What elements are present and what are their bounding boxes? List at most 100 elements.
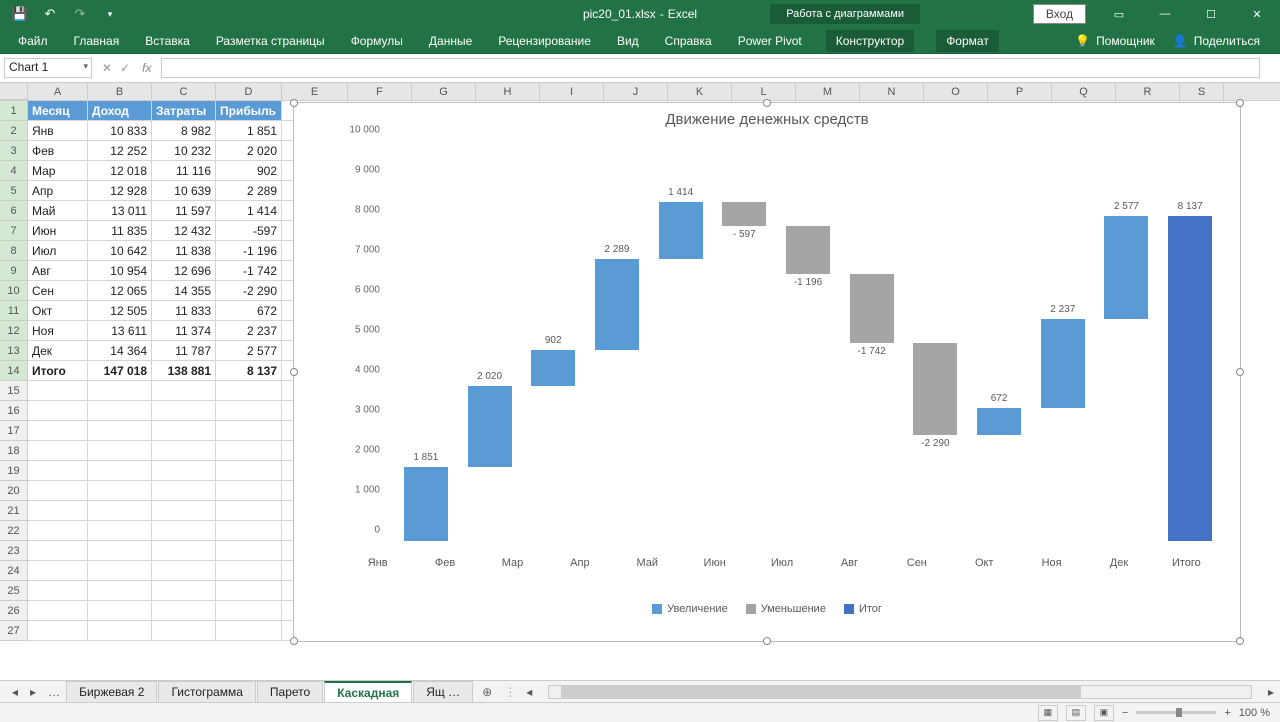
close-icon[interactable]: ✕ xyxy=(1234,0,1280,28)
cell-A21[interactable] xyxy=(28,501,88,521)
hscroll-left[interactable]: ◂ xyxy=(520,685,538,699)
cell-A19[interactable] xyxy=(28,461,88,481)
hscroll-right[interactable]: ▸ xyxy=(1262,685,1280,699)
cell-D17[interactable] xyxy=(216,421,282,441)
cell-B4[interactable]: 12 018 xyxy=(88,161,152,181)
cell-C19[interactable] xyxy=(152,461,216,481)
cell-A14[interactable]: Итого xyxy=(28,361,88,381)
row-header-19[interactable]: 19 xyxy=(0,461,28,481)
cell-A11[interactable]: Окт xyxy=(28,301,88,321)
cell-B6[interactable]: 13 011 xyxy=(88,201,152,221)
chart-bar-2[interactable] xyxy=(531,350,575,386)
col-header-G[interactable]: G xyxy=(412,83,476,100)
cell-C1[interactable]: Затраты xyxy=(152,101,216,121)
cell-A9[interactable]: Авг xyxy=(28,261,88,281)
cell-B8[interactable]: 10 642 xyxy=(88,241,152,261)
cell-B2[interactable]: 10 833 xyxy=(88,121,152,141)
cell-C7[interactable]: 12 432 xyxy=(152,221,216,241)
col-header-F[interactable]: F xyxy=(348,83,412,100)
ribbon-tab-3[interactable]: Разметка страницы xyxy=(214,30,327,52)
sheet-tab[interactable]: Парето xyxy=(257,681,323,703)
undo-icon[interactable]: ↶ xyxy=(38,2,62,26)
cell-A15[interactable] xyxy=(28,381,88,401)
col-header-C[interactable]: C xyxy=(152,83,216,100)
sheet-tab[interactable]: Каскадная xyxy=(324,681,412,703)
row-header-2[interactable]: 2 xyxy=(0,121,28,141)
cell-D14[interactable]: 8 137 xyxy=(216,361,282,381)
cell-B11[interactable]: 12 505 xyxy=(88,301,152,321)
cell-B25[interactable] xyxy=(88,581,152,601)
cell-C2[interactable]: 8 982 xyxy=(152,121,216,141)
cell-A5[interactable]: Апр xyxy=(28,181,88,201)
sheet-nav-ellipsis[interactable]: … xyxy=(42,685,66,699)
cell-D2[interactable]: 1 851 xyxy=(216,121,282,141)
sheet-tab[interactable]: Ящ … xyxy=(413,681,473,703)
cell-B13[interactable]: 14 364 xyxy=(88,341,152,361)
row-header-25[interactable]: 25 xyxy=(0,581,28,601)
col-header-L[interactable]: L xyxy=(732,83,796,100)
chart-plot-area[interactable]: 01 0002 0003 0004 0005 0006 0007 0008 00… xyxy=(344,143,1220,541)
cell-D12[interactable]: 2 237 xyxy=(216,321,282,341)
cell-B14[interactable]: 147 018 xyxy=(88,361,152,381)
cell-A22[interactable] xyxy=(28,521,88,541)
cell-B12[interactable]: 13 611 xyxy=(88,321,152,341)
cell-B22[interactable] xyxy=(88,521,152,541)
row-header-4[interactable]: 4 xyxy=(0,161,28,181)
chart-handle-nw[interactable] xyxy=(290,99,298,107)
zoom-in-button[interactable]: + xyxy=(1224,707,1230,719)
col-header-B[interactable]: B xyxy=(88,83,152,100)
row-header-21[interactable]: 21 xyxy=(0,501,28,521)
row-header-12[interactable]: 12 xyxy=(0,321,28,341)
customize-qat-icon[interactable]: ▾ xyxy=(98,2,122,26)
fx-icon[interactable]: fx xyxy=(138,61,151,75)
sheet-nav-prev[interactable]: ◂ xyxy=(6,685,24,699)
ribbon-tab-5[interactable]: Данные xyxy=(427,30,474,52)
cell-C8[interactable]: 11 838 xyxy=(152,241,216,261)
chart-bar-0[interactable] xyxy=(404,467,448,541)
chart-handle-s[interactable] xyxy=(763,637,771,645)
row-header-24[interactable]: 24 xyxy=(0,561,28,581)
cell-D11[interactable]: 672 xyxy=(216,301,282,321)
col-header-S[interactable]: S xyxy=(1180,83,1224,100)
cell-D22[interactable] xyxy=(216,521,282,541)
cell-A6[interactable]: Май xyxy=(28,201,88,221)
cell-C26[interactable] xyxy=(152,601,216,621)
name-box[interactable]: Chart 1 xyxy=(4,58,92,78)
cell-C11[interactable]: 11 833 xyxy=(152,301,216,321)
chart-bar-11[interactable] xyxy=(1104,216,1148,319)
chart-bar-5[interactable] xyxy=(722,202,766,226)
row-header-18[interactable]: 18 xyxy=(0,441,28,461)
cell-D9[interactable]: -1 742 xyxy=(216,261,282,281)
select-all-corner[interactable] xyxy=(0,83,28,100)
sheet-nav-next[interactable]: ▸ xyxy=(24,685,42,699)
cell-B3[interactable]: 12 252 xyxy=(88,141,152,161)
cell-D4[interactable]: 902 xyxy=(216,161,282,181)
row-header-9[interactable]: 9 xyxy=(0,261,28,281)
cell-A20[interactable] xyxy=(28,481,88,501)
row-header-26[interactable]: 26 xyxy=(0,601,28,621)
formula-input[interactable] xyxy=(161,58,1260,78)
cell-C12[interactable]: 11 374 xyxy=(152,321,216,341)
cell-B9[interactable]: 10 954 xyxy=(88,261,152,281)
minimize-icon[interactable]: — xyxy=(1142,0,1188,28)
row-header-8[interactable]: 8 xyxy=(0,241,28,261)
cell-A1[interactable]: Месяц xyxy=(28,101,88,121)
cell-C21[interactable] xyxy=(152,501,216,521)
cell-B16[interactable] xyxy=(88,401,152,421)
cell-A25[interactable] xyxy=(28,581,88,601)
tell-me[interactable]: 💡Помощник xyxy=(1075,34,1155,48)
col-header-D[interactable]: D xyxy=(216,83,282,100)
cell-D5[interactable]: 2 289 xyxy=(216,181,282,201)
chart-handle-n[interactable] xyxy=(763,99,771,107)
col-header-I[interactable]: I xyxy=(540,83,604,100)
ribbon-tab-10[interactable]: Конструктор xyxy=(826,30,914,52)
cell-A7[interactable]: Июн xyxy=(28,221,88,241)
cell-B20[interactable] xyxy=(88,481,152,501)
cell-D7[interactable]: -597 xyxy=(216,221,282,241)
cell-B24[interactable] xyxy=(88,561,152,581)
embedded-chart[interactable]: Движение денежных средств 01 0002 0003 0… xyxy=(293,102,1241,642)
zoom-slider[interactable] xyxy=(1136,711,1216,714)
chart-bar-1[interactable] xyxy=(468,386,512,467)
col-header-H[interactable]: H xyxy=(476,83,540,100)
cell-C13[interactable]: 11 787 xyxy=(152,341,216,361)
